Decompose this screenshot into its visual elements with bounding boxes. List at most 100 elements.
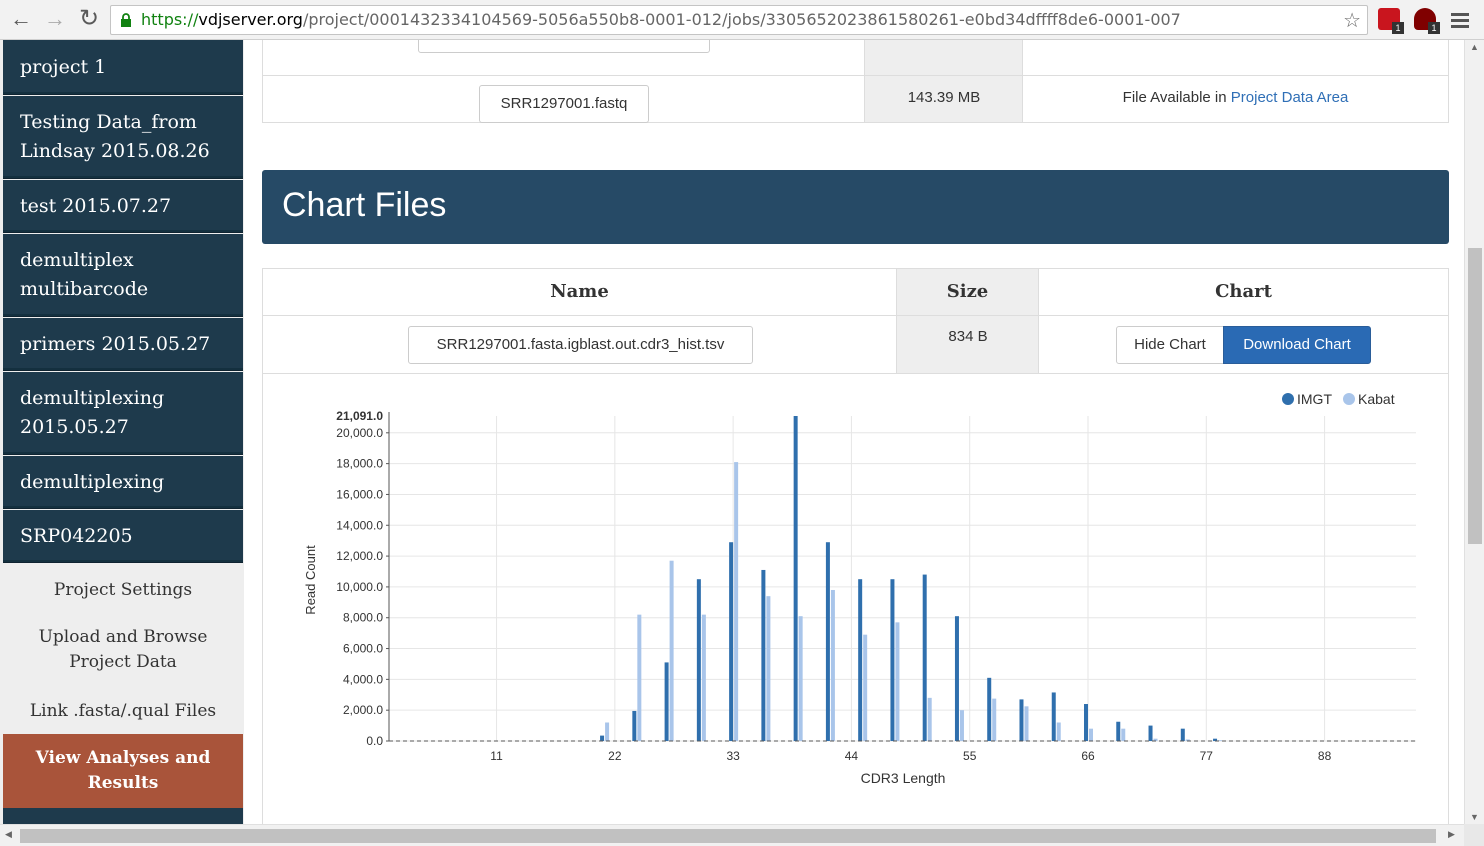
- bar-kabat-48: [895, 622, 900, 741]
- y-tick-label: 20,000.0: [336, 426, 383, 440]
- chart-files-header: Chart Files: [262, 170, 1449, 244]
- download-chart-button[interactable]: Download Chart: [1223, 326, 1371, 364]
- bar-imgt-42: [825, 542, 830, 741]
- nav-project-settings[interactable]: Project Settings: [3, 578, 243, 603]
- size-cell: 834 B: [897, 316, 1039, 373]
- reload-icon[interactable]: ↻: [76, 6, 102, 32]
- prev-file-button[interactable]: [418, 40, 710, 53]
- scrollbar-corner: [1464, 824, 1484, 846]
- y-tick-label: 12,000.0: [336, 549, 383, 563]
- legend-label-imgt: IMGT: [1297, 391, 1332, 407]
- bookmark-star-icon[interactable]: ☆: [1343, 8, 1361, 33]
- file-size: 143.39 MB: [907, 89, 981, 106]
- chart-file-button[interactable]: SRR1297001.fasta.igblast.out.cdr3_hist.t…: [408, 326, 753, 364]
- file-status: File Available in Project Data Area: [1023, 89, 1448, 106]
- extension-badge: 1: [1392, 22, 1404, 34]
- forward-arrow-icon[interactable]: →: [42, 6, 68, 32]
- y-axis-label: Read Count: [303, 545, 318, 615]
- sidebar-project-label: SRP042205: [20, 524, 133, 547]
- x-tick-label: 88: [1318, 749, 1332, 763]
- bar-imgt-27: [664, 662, 669, 741]
- bar-kabat-42: [830, 589, 835, 741]
- bar-kabat-54: [959, 710, 964, 741]
- col-header-name: Name: [263, 269, 897, 315]
- url-scheme: https://: [141, 10, 199, 29]
- x-tick-label: 33: [726, 749, 740, 763]
- name-cell: SRR1297001.fastq: [263, 40, 865, 123]
- x-tick-label: 22: [608, 749, 622, 763]
- size-cell: 143.39 MB: [865, 40, 1023, 122]
- scroll-down-arrow-icon[interactable]: ▼: [1470, 812, 1479, 822]
- col-header-chart: Chart: [1215, 281, 1272, 302]
- file-button[interactable]: SRR1297001.fastq: [479, 85, 649, 123]
- project-data-area-link[interactable]: Project Data Area: [1231, 89, 1349, 106]
- nav-view-analyses[interactable]: View Analyses and Results: [3, 734, 243, 808]
- nav-link-fasta-qual[interactable]: Link .fasta/.qual Files: [3, 699, 243, 724]
- sidebar: project 1 Testing Data_from Lindsay 2015…: [0, 40, 244, 824]
- nav-upload-browse[interactable]: Upload and Browse Project Data: [3, 625, 243, 675]
- y-tick-label: 18,000.0: [336, 457, 383, 471]
- legend-label-kabat: Kabat: [1358, 391, 1395, 407]
- bar-imgt-21: [600, 735, 605, 741]
- url-path: /project/0001432334104569-5056a550b8-000…: [302, 10, 1181, 29]
- sidebar-project-label: demultiplex multibarcode: [20, 249, 149, 300]
- name-cell: SRR1297001.fasta.igblast.out.cdr3_hist.t…: [263, 316, 897, 373]
- horizontal-scroll-thumb[interactable]: [20, 829, 1436, 843]
- sidebar-project-item[interactable]: primers 2015.05.27: [3, 318, 243, 371]
- bar-kabat-69: [1121, 728, 1126, 741]
- vertical-scroll-thumb[interactable]: [1468, 248, 1482, 544]
- x-tick-label: 77: [1200, 749, 1214, 763]
- x-tick-label: 11: [490, 749, 503, 763]
- bar-imgt-57: [987, 677, 992, 741]
- sidebar-project-label: primers 2015.05.27: [20, 332, 211, 355]
- bar-imgt-33: [729, 542, 734, 741]
- url-host: vdjserver.org: [198, 10, 303, 29]
- sidebar-project-item[interactable]: demultiplexing: [3, 456, 243, 509]
- bar-imgt-24: [632, 710, 637, 741]
- main-content: SRR1297001.fastq 143.39 MB File Availabl…: [244, 40, 1464, 824]
- extension-badge: 1: [1428, 22, 1440, 34]
- bar-kabat-60: [1024, 706, 1029, 741]
- bar-imgt-60: [1019, 699, 1024, 741]
- y-tick-label: 2,000.0: [343, 703, 383, 717]
- address-bar[interactable]: https://vdjserver.org/project/0001432334…: [110, 5, 1368, 35]
- horizontal-scrollbar[interactable]: ◀ ▶: [0, 824, 1464, 846]
- y-tick-label: 16,000.0: [336, 487, 383, 501]
- nav-label: Upload and Browse Project Data: [38, 627, 208, 672]
- vertical-scrollbar[interactable]: ▲ ▼: [1464, 40, 1484, 824]
- sidebar-project-item[interactable]: Testing Data_from Lindsay 2015.08.26: [3, 96, 243, 179]
- scroll-up-arrow-icon[interactable]: ▲: [1470, 42, 1479, 52]
- x-axis-label: CDR3 Length: [861, 770, 946, 786]
- nav-label: View Analyses and Results: [35, 748, 211, 793]
- hide-chart-button[interactable]: Hide Chart: [1116, 326, 1224, 364]
- sidebar-project-item[interactable]: project 1: [3, 40, 243, 95]
- output-files-table: SRR1297001.fastq 143.39 MB File Availabl…: [262, 40, 1449, 123]
- extension-lastpass-icon[interactable]: 1: [1378, 8, 1404, 34]
- browser-toolbar: ← → ↻ https://vdjserver.org/project/0001…: [0, 0, 1484, 40]
- scroll-right-arrow-icon[interactable]: ▶: [1448, 829, 1455, 840]
- bar-imgt-51: [922, 574, 927, 741]
- back-arrow-icon[interactable]: ←: [8, 6, 34, 32]
- sidebar-project-label: project 1: [20, 55, 107, 78]
- bar-kabat-33: [734, 462, 739, 741]
- sidebar-project-item[interactable]: SRP042205: [3, 510, 243, 563]
- scroll-left-arrow-icon[interactable]: ◀: [5, 829, 12, 840]
- chart-file-size: 834 B: [948, 328, 988, 345]
- bar-kabat-21: [605, 722, 610, 741]
- bar-kabat-51: [927, 697, 932, 741]
- bar-kabat-27: [669, 560, 674, 741]
- bar-kabat-36: [766, 596, 771, 741]
- sidebar-project-item[interactable]: demultiplexing 2015.05.27: [3, 372, 243, 455]
- status-text: File Available in: [1122, 89, 1227, 106]
- sidebar-project-item[interactable]: test 2015.07.27: [3, 180, 243, 233]
- browser-menu-icon[interactable]: [1450, 10, 1470, 30]
- nav-label: Project Settings: [53, 580, 193, 600]
- extension-ublock-icon[interactable]: 1: [1414, 8, 1440, 34]
- bar-kabat-63: [1056, 722, 1061, 741]
- sidebar-project-item[interactable]: demultiplex multibarcode: [3, 234, 243, 317]
- x-tick-label: 55: [963, 749, 977, 763]
- bar-kabat-24: [637, 614, 642, 741]
- status-cell: File Available in Project Data Area: [1023, 40, 1448, 122]
- chart-legend[interactable]: IMGT Kabat: [1282, 391, 1395, 407]
- section-title: Chart Files: [282, 186, 447, 224]
